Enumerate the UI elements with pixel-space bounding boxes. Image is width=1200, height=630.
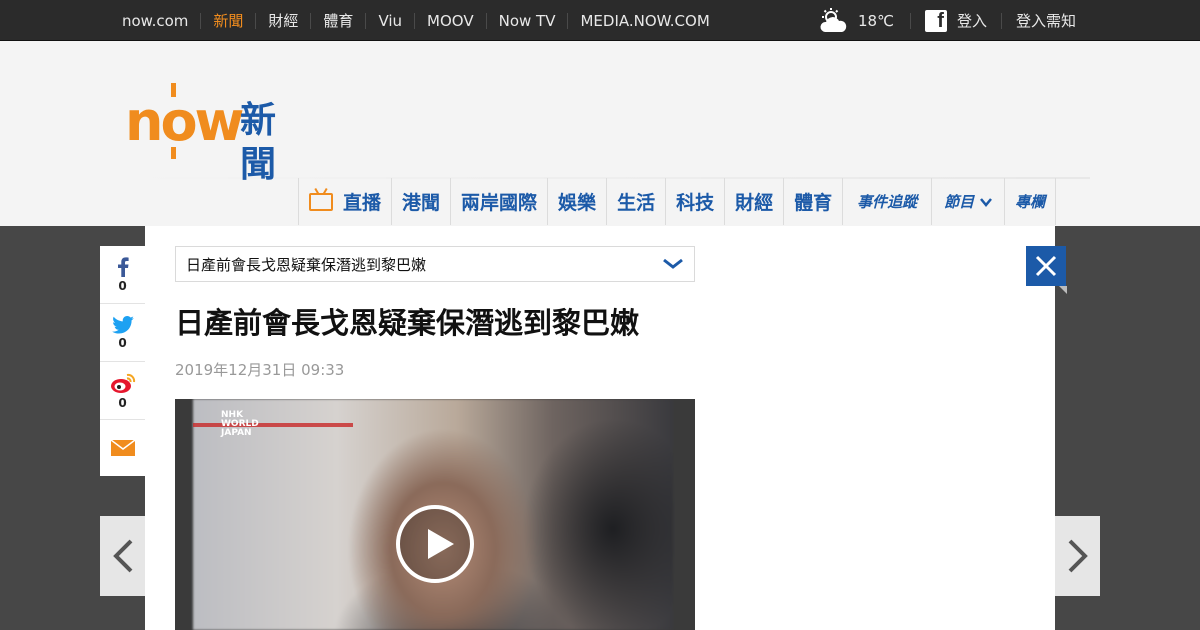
twitter-count: 0 bbox=[118, 335, 127, 350]
nav-item-live[interactable]: 直播 bbox=[299, 178, 393, 225]
top-link-viu[interactable]: Viu bbox=[365, 12, 414, 29]
top-link-finance[interactable]: 財經 bbox=[255, 12, 310, 29]
play-icon[interactable] bbox=[396, 505, 474, 583]
facebook-icon bbox=[117, 256, 129, 277]
nav-item-sports[interactable]: 體育 bbox=[784, 178, 844, 225]
divider bbox=[909, 12, 911, 29]
logo-tick bbox=[171, 147, 176, 159]
article-date: 2019年12月31日 09:33 bbox=[175, 361, 345, 379]
nav-item-technology[interactable]: 科技 bbox=[666, 178, 726, 225]
top-link-now-tv[interactable]: Now TV bbox=[485, 12, 568, 29]
article-title: 日產前會長戈恩疑棄保潛逃到黎巴嫩 bbox=[175, 306, 640, 340]
nav-item-label: 節目 bbox=[944, 193, 975, 211]
site-header: now 新聞 直播 港聞 兩岸國際 娛樂 生活 科技 財經 體育 事件追蹤 節目… bbox=[0, 41, 1200, 226]
article-select-dropdown[interactable]: 日產前會長戈恩疑棄保潛逃到黎巴嫩 bbox=[175, 246, 695, 282]
nav-item-international[interactable]: 兩岸國際 bbox=[451, 178, 549, 225]
share-email[interactable] bbox=[100, 420, 145, 476]
nav-item-lifestyle[interactable]: 生活 bbox=[607, 178, 667, 225]
video-watermark: NHK WORLD JAPAN bbox=[221, 410, 259, 438]
nav-item-local[interactable]: 港聞 bbox=[392, 178, 452, 225]
logo-section: 新聞 bbox=[240, 100, 277, 185]
share-sidebar: 0 0 0 bbox=[100, 246, 145, 476]
main-nav: 直播 港聞 兩岸國際 娛樂 生活 科技 財經 體育 事件追蹤 節目 專欄 bbox=[298, 178, 1057, 225]
share-weibo[interactable]: 0 bbox=[100, 362, 145, 420]
nav-item-programs[interactable]: 節目 bbox=[932, 178, 1006, 225]
top-right: 18℃ f 登入 登入需知 bbox=[820, 0, 1076, 41]
video-player[interactable]: NHK WORLD JAPAN bbox=[175, 399, 695, 630]
nav-item-finance[interactable]: 財經 bbox=[725, 178, 785, 225]
chevron-right-icon bbox=[1068, 539, 1088, 573]
nav-item-event-tracking[interactable]: 事件追蹤 bbox=[843, 178, 933, 225]
top-links: now.com 新聞 財經 體育 Viu MOOV Now TV MEDIA.N… bbox=[110, 0, 722, 41]
share-facebook[interactable]: 0 bbox=[100, 246, 145, 304]
login-info-link[interactable]: 登入需知 bbox=[1016, 10, 1076, 31]
top-link-moov[interactable]: MOOV bbox=[414, 12, 486, 29]
logo-brand: now bbox=[125, 90, 244, 153]
dropdown-selected-value: 日產前會長戈恩疑棄保潛逃到黎巴嫩 bbox=[186, 255, 427, 274]
top-link-now-com[interactable]: now.com bbox=[110, 13, 200, 29]
temperature: 18℃ bbox=[858, 11, 894, 30]
nav-item-entertainment[interactable]: 娛樂 bbox=[548, 178, 608, 225]
logo-tick bbox=[171, 83, 176, 97]
top-bar: now.com 新聞 財經 體育 Viu MOOV Now TV MEDIA.N… bbox=[0, 0, 1200, 41]
tv-icon bbox=[309, 192, 333, 211]
share-twitter[interactable]: 0 bbox=[100, 304, 145, 362]
nav-item-label: 直播 bbox=[343, 192, 382, 214]
twitter-icon bbox=[111, 315, 134, 334]
chevron-down-icon bbox=[980, 197, 993, 207]
top-link-media[interactable]: MEDIA.NOW.COM bbox=[567, 12, 721, 29]
sun-cloud-icon bbox=[820, 7, 847, 32]
login-link[interactable]: 登入 bbox=[957, 10, 987, 31]
next-article-button[interactable] bbox=[1055, 516, 1100, 596]
facebook-count: 0 bbox=[118, 278, 127, 293]
divider bbox=[1000, 12, 1002, 29]
facebook-icon[interactable]: f bbox=[924, 9, 947, 32]
nav-item-columns[interactable]: 專欄 bbox=[1005, 178, 1057, 225]
weibo-count: 0 bbox=[118, 395, 127, 410]
top-link-news[interactable]: 新聞 bbox=[200, 12, 255, 29]
mail-icon bbox=[110, 440, 135, 456]
weibo-icon bbox=[110, 373, 135, 393]
previous-article-button[interactable] bbox=[100, 516, 145, 596]
close-button[interactable] bbox=[1026, 246, 1067, 294]
chevron-left-icon bbox=[112, 539, 132, 573]
top-link-sports[interactable]: 體育 bbox=[310, 12, 365, 29]
close-icon bbox=[1035, 255, 1057, 277]
chevron-down-icon bbox=[663, 258, 683, 269]
